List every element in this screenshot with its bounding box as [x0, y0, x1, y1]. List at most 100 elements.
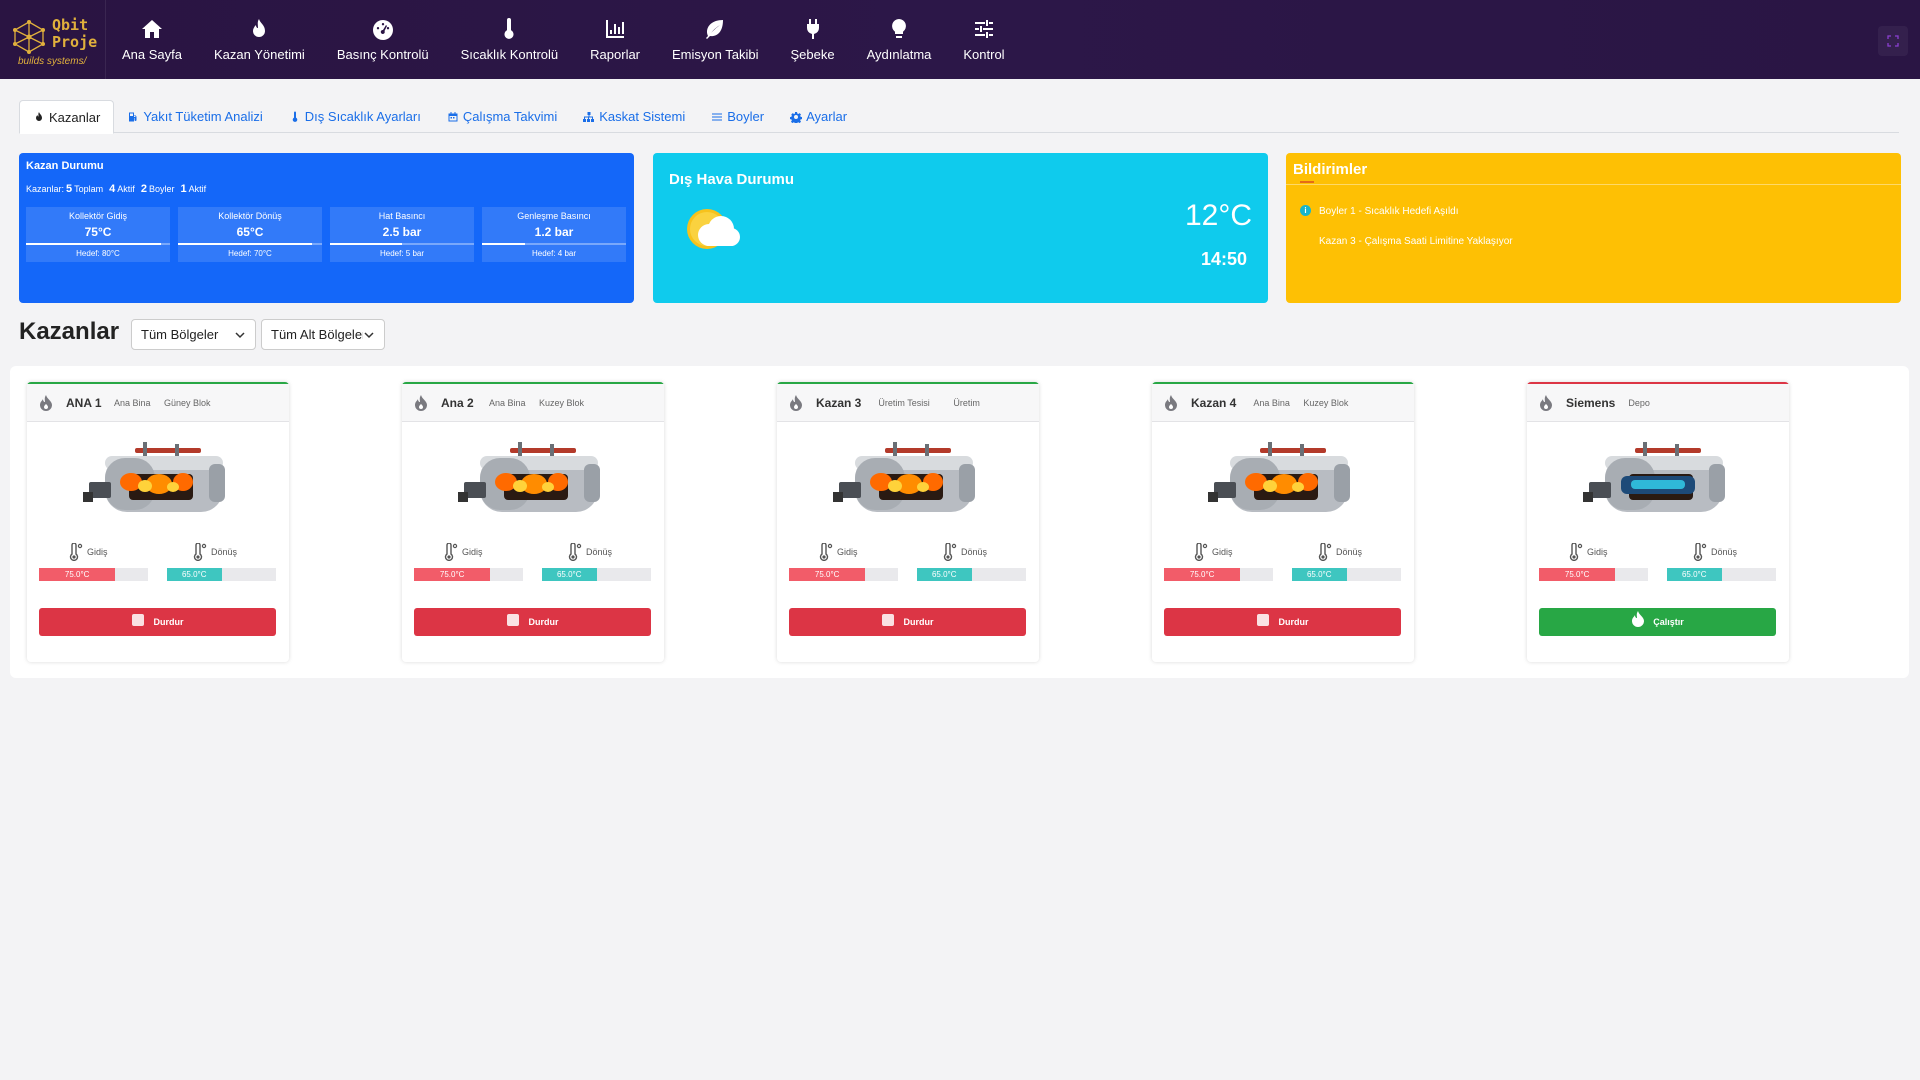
stop-button[interactable]: Durdur: [414, 608, 651, 636]
cog-icon: [790, 111, 803, 123]
bars-icon: [712, 113, 723, 120]
boiler-sublocation: Kuzey Blok: [1303, 398, 1349, 408]
donus-label: Dönüş: [193, 543, 237, 561]
gidis-label: Gidiş: [819, 543, 858, 561]
thermometer-icon: [819, 543, 833, 561]
flame-icon: [1540, 395, 1552, 411]
boyler-count: 2: [140, 183, 147, 195]
tab-2[interactable]: Dış Sıcaklık Ayarları: [276, 100, 434, 133]
stop-button[interactable]: Durdur: [39, 608, 276, 636]
boiler-card[interactable]: Kazan 3 Üretim Tesisi Üretim Gidiş Dönüş…: [777, 382, 1039, 662]
tab-5[interactable]: Boyler: [698, 100, 777, 133]
flame-icon: [1632, 611, 1645, 627]
gidis-value: 75.0°C: [1164, 568, 1241, 581]
donus-value: 65.0°C: [1292, 568, 1347, 581]
donus-value: 65.0°C: [167, 568, 222, 581]
subregion-select[interactable]: Tüm Alt Bölgeler: [261, 319, 385, 350]
top-navbar: Qbit Proje builds systems/ Ana Sayfa Kaza…: [0, 0, 1920, 79]
nav-item-label: Şebeke: [790, 47, 835, 62]
divider: [1286, 184, 1901, 185]
thermometer-icon: [69, 543, 83, 561]
partly-sunny-icon: [687, 209, 740, 249]
boiler-header: Kazan 4 Ana Bina Kuzey Blok: [1152, 384, 1414, 422]
button-label: Durdur: [528, 617, 559, 627]
start-button[interactable]: Çalıştır: [1539, 608, 1776, 636]
temperature: 12°C: [1184, 199, 1252, 232]
plug-icon: [806, 19, 819, 39]
button-label: Durdur: [903, 617, 934, 627]
nav-item-raporlar[interactable]: Raporlar: [574, 0, 656, 79]
main-menu: Ana Sayfa Kazan Yönetimi Basınç Kontrolü Sı…: [106, 0, 1021, 79]
nav-item-label: Basınç Kontrolü: [336, 47, 429, 62]
boyler-label: Boyler: [148, 184, 175, 194]
tab-0[interactable]: Kazanlar: [19, 100, 115, 134]
stop-icon: [131, 613, 144, 626]
stop-icon: [881, 613, 894, 626]
gidis-label: Gidiş: [69, 543, 108, 561]
subregion-select-value: Tüm Alt Bölgeler: [271, 327, 367, 342]
nav-item-şebeke[interactable]: Şebeke: [774, 0, 850, 79]
thermometer-icon: [193, 543, 207, 561]
metric-box: Kollektör Gidiş 75°C Hedef: 80°C: [26, 207, 170, 262]
nav-item-basınç-kontrolü[interactable]: Basınç Kontrolü: [321, 0, 445, 79]
nav-item-emisyon-takibi[interactable]: Emisyon Takibi: [656, 0, 774, 79]
metric-value: 2.5 bar: [382, 225, 422, 239]
gauge-icon: [372, 20, 393, 40]
expand-icon: [1887, 35, 1899, 47]
metric-value: 1.2 bar: [534, 225, 574, 239]
chart-icon: [606, 20, 625, 38]
total-count: 5: [66, 183, 73, 195]
chevron-down-icon: [235, 332, 245, 339]
boiler-name: ANA 1: [66, 396, 102, 410]
notification-item[interactable]: Boyler 1 - Sıcaklık Hedefi Aşıldı: [1319, 206, 1459, 217]
metric-label: Kollektör Dönüş: [218, 211, 282, 221]
nav-item-ana-sayfa[interactable]: Ana Sayfa: [106, 0, 198, 79]
gidis-value: 75.0°C: [789, 568, 866, 581]
boiler-card[interactable]: ANA 1 Ana Bina Güney Blok Gidiş Dönüş 75…: [27, 382, 289, 662]
info-icon: i: [1300, 205, 1311, 216]
region-select-value: Tüm Bölgeler: [141, 327, 219, 342]
boiler-image: [833, 442, 975, 512]
logo[interactable]: Qbit Proje builds systems/: [0, 0, 106, 79]
fire-icon: [36, 112, 42, 121]
boiler-name: Kazan 3: [816, 396, 862, 410]
boiler-card[interactable]: Ana 2 Ana Bina Kuzey Blok Gidiş Dönüş 75…: [402, 382, 664, 662]
notifications-title: Bildirimler: [1293, 161, 1368, 178]
calendar-icon: [448, 111, 458, 121]
lightbulb-icon: [892, 19, 906, 38]
fullscreen-button[interactable]: [1878, 26, 1908, 56]
logo-text-2: Proje: [52, 32, 98, 51]
card-title: Kazan Durumu: [26, 160, 104, 172]
flame-icon: [415, 395, 427, 411]
nav-item-label: Aydınlatma: [866, 47, 932, 62]
metric-target: Hedef: 5 bar: [379, 249, 425, 258]
tab-6[interactable]: Ayarlar: [777, 100, 860, 133]
stop-button[interactable]: Durdur: [789, 608, 1026, 636]
tab-4[interactable]: Kaskat Sistemi: [570, 100, 698, 133]
thermometer-icon: [444, 543, 458, 561]
boiler-location: Üretim Tesisi: [878, 398, 930, 408]
tab-1[interactable]: Yakıt Tüketim Analizi: [114, 100, 275, 133]
region-select[interactable]: Tüm Bölgeler: [131, 319, 256, 350]
flame-icon: [253, 19, 266, 37]
thermometer-icon: [1318, 543, 1332, 561]
nav-item-sıcaklık-kontrolü[interactable]: Sıcaklık Kontrolü: [445, 0, 575, 79]
donus-bar: 65.0°C: [1667, 568, 1776, 581]
boiler-image: [1208, 442, 1350, 512]
boiler-card[interactable]: Siemens Depo Gidiş Dönüş 75.0°C 65.0°C Ç…: [1527, 382, 1789, 662]
stop-button[interactable]: Durdur: [1164, 608, 1401, 636]
metric-value: 65°C: [236, 225, 264, 239]
nav-item-kontrol[interactable]: Kontrol: [947, 0, 1020, 79]
nav-item-kazan-yönetimi[interactable]: Kazan Yönetimi: [198, 0, 321, 79]
thermometer-icon: [1693, 543, 1707, 561]
logo-text-1: Qbit: [52, 15, 89, 34]
nav-item-aydınlatma[interactable]: Aydınlatma: [851, 0, 948, 79]
boiler-card[interactable]: Kazan 4 Ana Bina Kuzey Blok Gidiş Dönüş …: [1152, 382, 1414, 662]
metric-target: Hedef: 70°C: [228, 249, 272, 258]
gidis-bar: 75.0°C: [789, 568, 898, 581]
boiler-location: Depo: [1628, 398, 1650, 408]
tab-3[interactable]: Çalışma Takvimi: [434, 100, 570, 133]
logo-tagline: builds systems/: [18, 55, 87, 67]
boiler-counts: Kazanlar: 5 Toplam 4 Aktif 2 Boyler 1 Ak…: [26, 183, 206, 195]
notification-item[interactable]: Kazan 3 - Çalışma Saati Limitine Yaklaşı…: [1319, 236, 1513, 247]
